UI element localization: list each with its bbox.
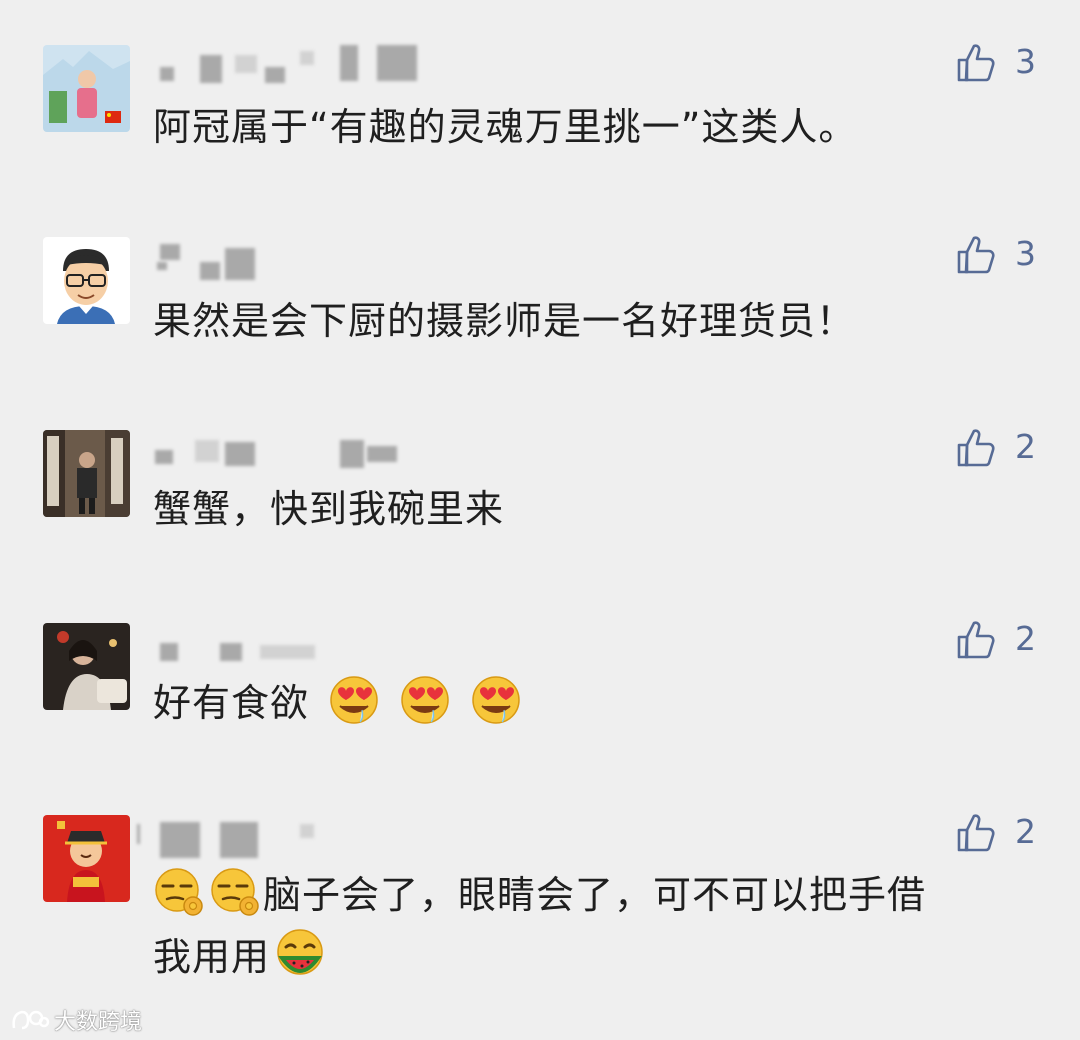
like-button[interactable]: 3 xyxy=(955,40,1045,84)
thumbs-up-icon xyxy=(955,812,997,854)
avatar[interactable] xyxy=(43,45,130,132)
heart-eyes-drool-emoji xyxy=(328,674,380,726)
username-blurred xyxy=(155,633,455,673)
comment-text: 好有食欲 xyxy=(153,672,528,734)
thumbs-up-icon xyxy=(955,619,997,661)
thumbs-up-icon xyxy=(955,427,997,469)
avatar[interactable] xyxy=(43,623,130,710)
thumbs-up-icon xyxy=(955,234,997,276)
ok-hand-smirk-emoji xyxy=(153,866,205,918)
like-count: 2 xyxy=(1015,812,1036,851)
comment-text: 阿冠属于“有趣的灵魂万里挑一”这类人。 xyxy=(153,105,858,149)
like-count: 2 xyxy=(1015,427,1036,466)
like-count: 3 xyxy=(1015,234,1036,273)
like-count: 3 xyxy=(1015,42,1036,81)
username-blurred xyxy=(155,432,455,472)
heart-eyes-drool-emoji xyxy=(470,674,522,726)
avatar[interactable] xyxy=(43,815,130,902)
comment-text: 果然是会下厨的摄影师是一名好理货员！ xyxy=(153,299,856,343)
comment-text: 蟹蟹，快到我碗里来 xyxy=(153,487,505,531)
comment-text-line1: 脑子会了，眼睛会了，可不可以把手借 xyxy=(263,873,927,917)
avatar[interactable] xyxy=(43,430,130,517)
comment-text: 我用用 xyxy=(153,926,332,988)
comment-text: 脑子会了，眼睛会了，可不可以把手借 xyxy=(153,864,926,926)
thumbs-up-icon xyxy=(955,42,997,84)
username-blurred xyxy=(155,45,455,85)
avatar[interactable] xyxy=(43,237,130,324)
like-button[interactable]: 2 xyxy=(955,617,1045,661)
watermark-text: 大数跨境 xyxy=(54,1010,143,1035)
eating-watermelon-emoji xyxy=(274,928,326,980)
like-button[interactable]: 3 xyxy=(955,232,1045,276)
comment-text-line2: 我用用 xyxy=(153,935,271,979)
username-blurred xyxy=(155,240,455,280)
like-button[interactable]: 2 xyxy=(955,810,1045,854)
username-blurred xyxy=(137,820,455,860)
watermark: 大数跨境 xyxy=(10,1004,142,1036)
like-button[interactable]: 2 xyxy=(955,425,1045,469)
ok-hand-smirk-emoji xyxy=(209,866,261,918)
heart-eyes-drool-emoji xyxy=(399,674,451,726)
like-count: 2 xyxy=(1015,619,1036,658)
comment-text-body: 好有食欲 xyxy=(153,681,310,725)
brand-logo-icon xyxy=(12,1010,50,1030)
